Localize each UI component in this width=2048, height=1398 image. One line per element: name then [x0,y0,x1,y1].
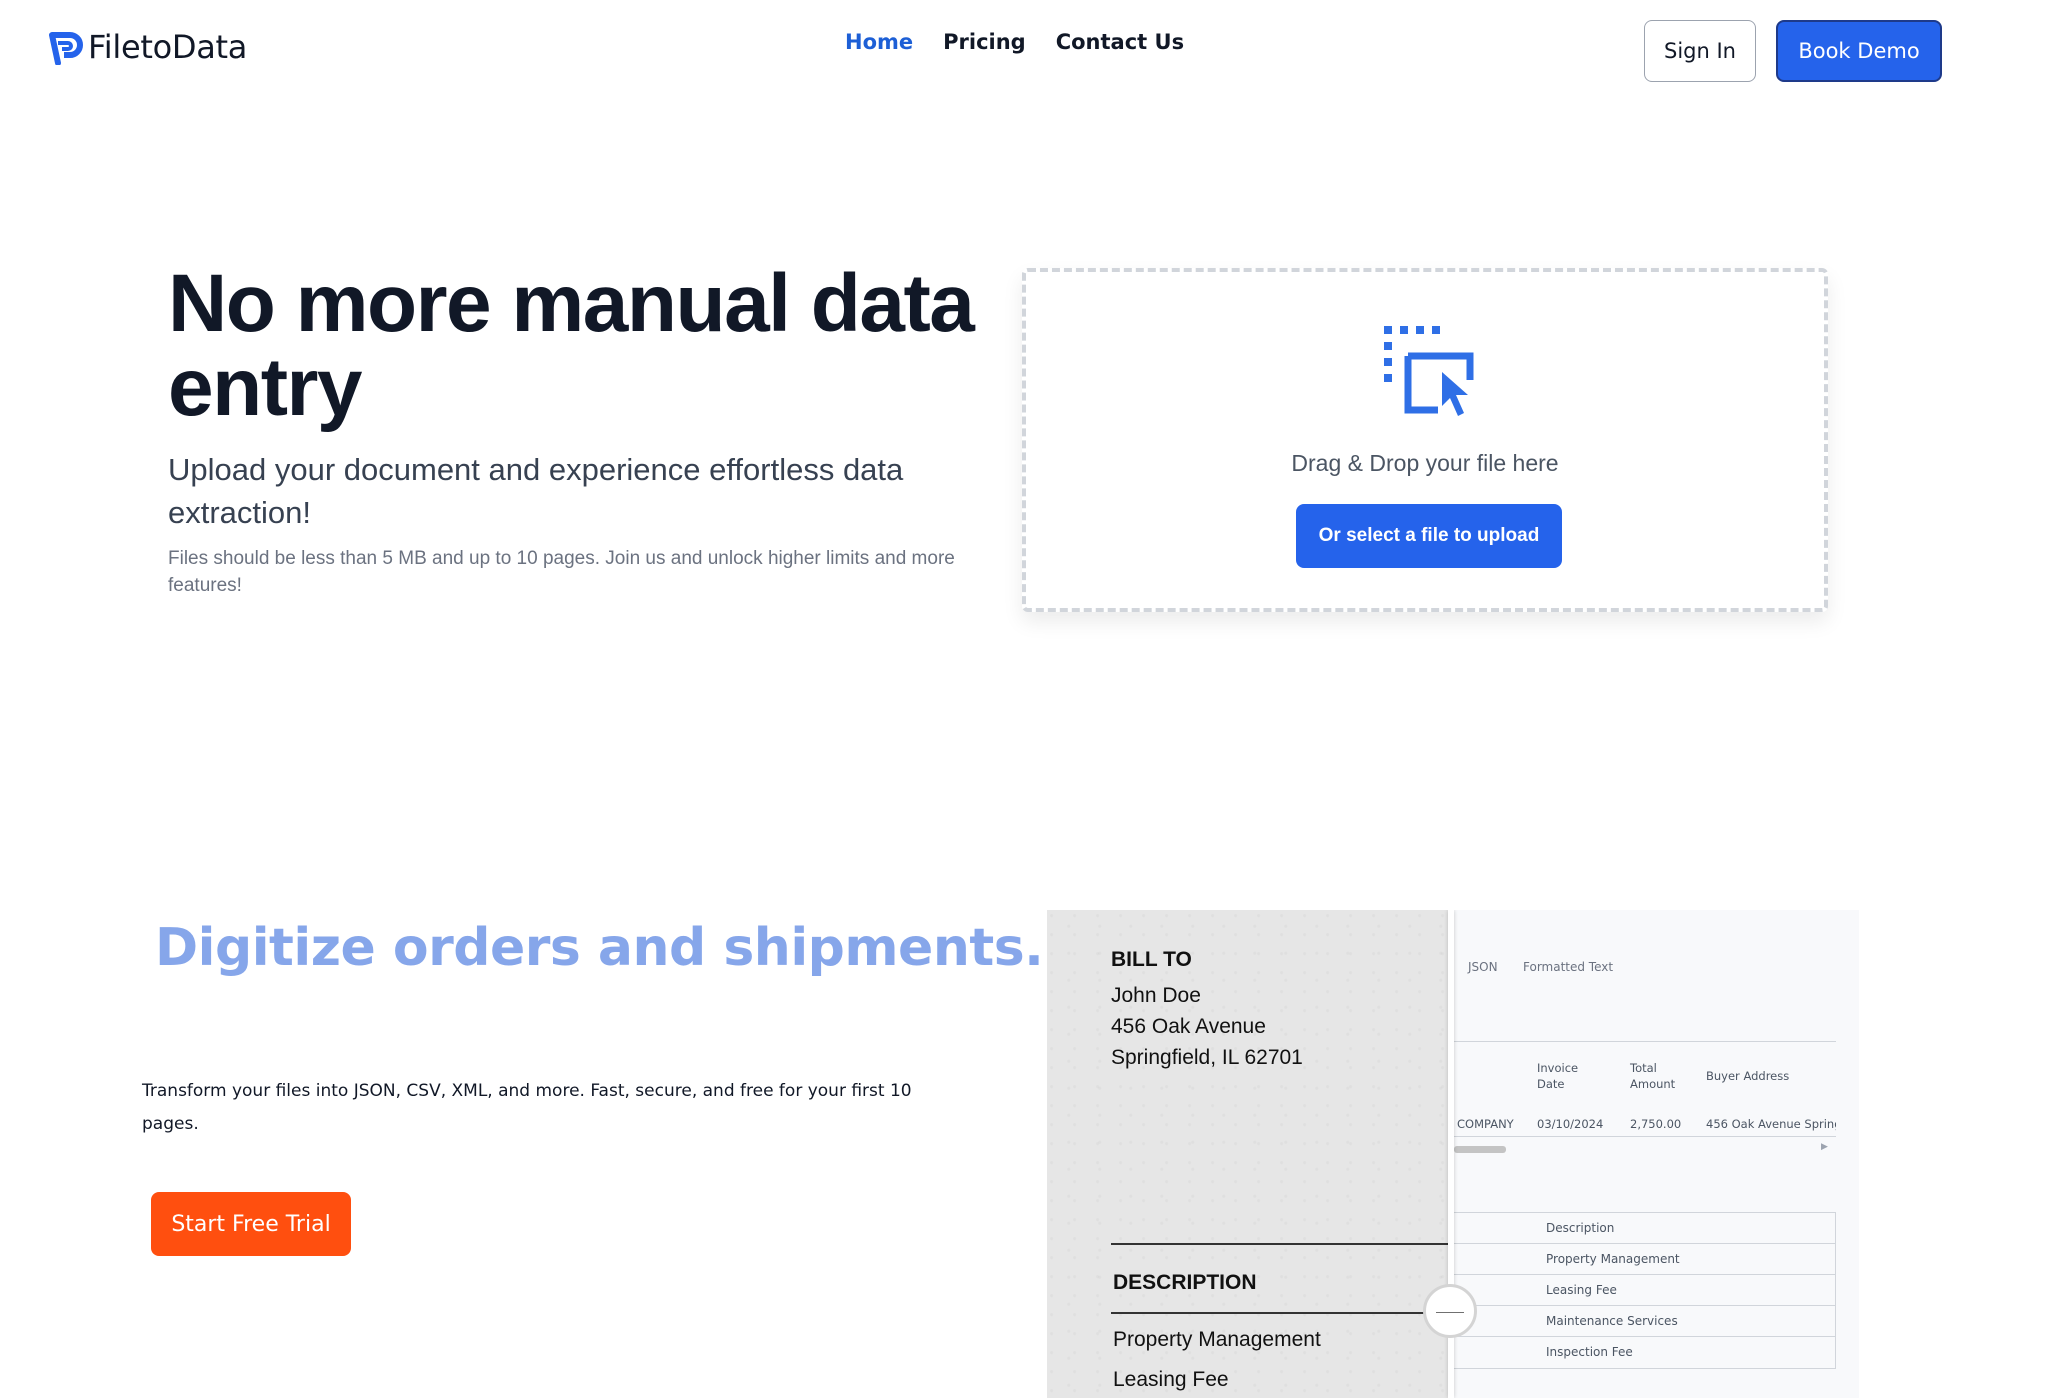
upload-limits-note: Files should be less than 5 MB and up to… [168,548,955,596]
extracted-data-panel: JSON Formatted Text Invoice Date Total A… [1454,910,1859,1398]
hero-subtitle: Upload your document and experience effo… [168,452,904,530]
scroll-right-icon[interactable]: ▶ [1821,1142,1828,1152]
table-cell: 03/10/2024 [1537,1117,1604,1131]
nav-pricing[interactable]: Pricing [943,30,1026,54]
book-demo-button[interactable]: Book Demo [1776,20,1942,82]
list-item: Maintenance Services [1454,1306,1835,1337]
logo-text: FiletoData [88,28,248,66]
table-cell: 2,750.00 [1630,1117,1682,1131]
paper-line-item: Property Management [1113,1328,1321,1351]
bill-to-heading: BILL TO [1111,948,1192,971]
tab-formatted-text[interactable]: Formatted Text [1523,960,1613,974]
nav-contact-us[interactable]: Contact Us [1056,30,1184,54]
paper-divider [1111,1243,1451,1245]
hero-title: No more manual data entry [168,258,975,433]
list-item: Leasing Fee [1454,1275,1835,1306]
nav-home[interactable]: Home [845,30,913,54]
scanned-invoice-image: BILL TO John Doe 456 Oak Avenue Springfi… [1047,910,1451,1398]
file-dropzone[interactable]: Drag & Drop your file here Or select a f… [1022,268,1828,612]
table-cell: COMPANY [1457,1117,1514,1131]
select-cursor-icon [1384,326,1474,416]
column-header: Total Amount [1630,1061,1676,1091]
document-compare-slider[interactable]: BILL TO John Doe 456 Oak Avenue Springfi… [1047,910,1859,1398]
list-item: Description [1454,1213,1835,1244]
horizontal-scrollbar[interactable] [1454,1146,1506,1153]
select-file-button[interactable]: Or select a file to upload [1296,504,1562,568]
main-nav: Home Pricing Contact Us [845,30,1184,54]
paper-line-item: Leasing Fee [1113,1368,1229,1391]
digitize-description: Transform your files into JSON, CSV, XML… [142,1081,912,1134]
start-free-trial-button[interactable]: Start Free Trial [151,1192,351,1256]
sign-in-button[interactable]: Sign In [1644,20,1756,82]
description-list: Description Property Management Leasing … [1454,1212,1836,1369]
bill-to-line: John Doe [1111,984,1201,1007]
paper-divider [1111,1312,1451,1314]
bill-to-line: 456 Oak Avenue [1111,1015,1266,1038]
table-cell: 456 Oak Avenue Spring [1706,1117,1836,1131]
list-item: Inspection Fee [1546,1345,1633,1359]
dropzone-label: Drag & Drop your file here [1291,450,1559,476]
bill-to-line: Springfield, IL 62701 [1111,1046,1303,1069]
column-header: Invoice Date [1537,1061,1579,1091]
drag-handle-icon[interactable]: —— [1423,1284,1477,1338]
table-border [1454,1041,1836,1042]
logo[interactable]: FiletoData [48,28,247,66]
list-item: Property Management [1454,1244,1835,1275]
digitize-heading: Digitize orders and shipments. [155,918,1044,978]
filetodata-logo-icon [49,32,83,65]
tab-json[interactable]: JSON [1468,960,1498,974]
description-heading: DESCRIPTION [1113,1271,1257,1294]
table-border [1454,1136,1836,1137]
column-header: Buyer Address [1706,1069,1790,1083]
